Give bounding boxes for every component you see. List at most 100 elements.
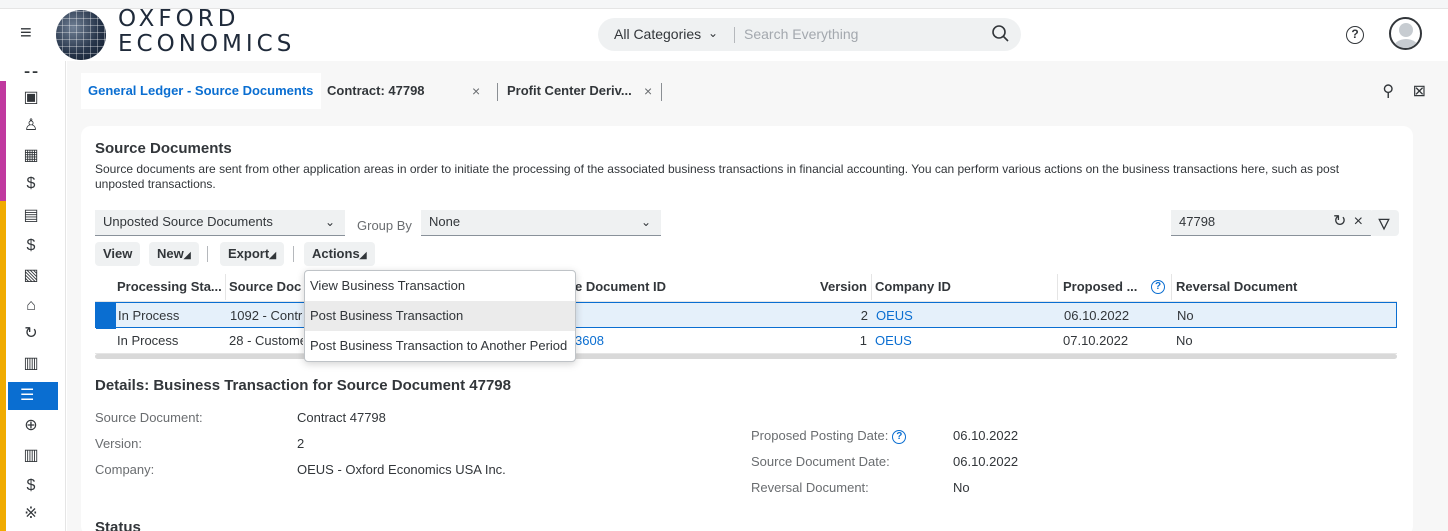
row-selection-marker[interactable] <box>96 303 116 329</box>
col-processing-status[interactable]: Processing Sta... <box>117 272 223 302</box>
search-icon[interactable] <box>991 24 1011 44</box>
global-search: All Categories ⌄ <box>598 18 1021 51</box>
rail-group-marker <box>0 201 6 531</box>
col-version[interactable]: Version <box>795 272 867 302</box>
avatar[interactable] <box>1389 17 1422 50</box>
logo-line1: OXFORD <box>118 6 240 32</box>
calendar-icon[interactable]: ▦ <box>20 145 42 167</box>
proposed-posting-value: 06.10.2022 <box>953 428 1019 443</box>
toolbar-divider <box>293 246 294 262</box>
tax-icon[interactable]: ※ <box>20 503 42 525</box>
close-icon[interactable]: × <box>644 73 652 109</box>
side-navigation: ⁃⁃ ▣ ♙ ▦ $ ▤ $ ▧ ⌂ ↻ ▥ ☰ ⊕ ▥ $ ※ <box>0 61 66 531</box>
rail-dash-icon[interactable]: ⁃⁃ <box>20 63 42 85</box>
cell-version: 2 <box>860 308 868 323</box>
company-logo[interactable]: OXFORD ECONOMICS <box>118 7 295 57</box>
search-input[interactable] <box>744 24 984 44</box>
col-source-document-id[interactable]: e Document ID <box>575 272 695 302</box>
tab-label: Profit Center Deriv... <box>507 83 632 98</box>
section-description: Source documents are sent from other app… <box>95 162 1340 191</box>
menu-item-view-business-transaction[interactable]: View Business Transaction <box>305 271 575 301</box>
zoom-money-icon[interactable]: ⊕ <box>20 415 42 437</box>
menu-item-post-business-transaction[interactable]: Post Business Transaction <box>305 301 575 331</box>
horizontal-scrollbar[interactable] <box>95 354 1397 359</box>
new-button-label: New <box>157 246 184 261</box>
building-icon[interactable]: ▥ <box>20 445 42 467</box>
category-select[interactable]: All Categories <box>614 26 701 42</box>
cell-company[interactable]: OEUS <box>876 303 996 329</box>
chart-money-icon[interactable]: $ <box>20 475 42 497</box>
rail-item-active[interactable]: ☰ <box>8 382 58 410</box>
view-select[interactable]: Unposted Source Documents ⌄ <box>95 210 345 236</box>
table-header-row: Processing Sta... Source Doc e Document … <box>95 272 1397 302</box>
calendar-search-icon[interactable]: ▣ <box>20 87 42 109</box>
col-proposed[interactable]: Proposed ... <box>1063 272 1143 302</box>
column-divider <box>225 274 226 300</box>
cell-reversal: No <box>1176 333 1193 348</box>
proposed-posting-label-text: Proposed Posting Date: <box>751 428 889 443</box>
chevron-down-icon[interactable]: ⌄ <box>708 26 718 40</box>
reversal-value: No <box>953 480 970 495</box>
cell-version: 1 <box>859 333 867 348</box>
company-link[interactable]: OEUS - Oxford Economics USA Inc. <box>297 462 506 477</box>
share-icon[interactable]: ⚲ <box>1382 83 1394 100</box>
bank-icon[interactable]: ⌂ <box>20 295 42 317</box>
cell-doc-id[interactable]: 3608 <box>575 328 695 354</box>
dropdown-corner-icon: ◢ <box>183 250 191 260</box>
cell-reversal: No <box>1177 308 1194 323</box>
cell-status: In Process <box>117 333 179 348</box>
currency-exchange-icon[interactable]: ↻ <box>20 323 42 345</box>
cell-proposed: 06.10.2022 <box>1064 308 1130 323</box>
safe-icon[interactable]: ▧ <box>20 265 42 287</box>
help-icon[interactable]: ? <box>892 429 907 444</box>
column-divider <box>1057 274 1058 300</box>
cell-source: 1092 - Contr <box>230 308 303 323</box>
version-value: 2 <box>297 436 305 451</box>
col-company-id[interactable]: Company ID <box>875 272 995 302</box>
document-search-icon[interactable]: ▥ <box>20 353 42 375</box>
section-title: Source Documents <box>95 140 232 157</box>
table-row[interactable]: In Process 28 - Custome 3608 1 OEUS 07.1… <box>95 328 1397 354</box>
clear-icon[interactable]: × <box>1354 210 1363 234</box>
document-money-icon[interactable]: ▤ <box>20 205 42 227</box>
help-icon[interactable]: ? <box>1346 26 1364 44</box>
column-divider <box>1171 274 1172 300</box>
export-button[interactable]: Export◢ <box>220 242 285 266</box>
chevron-down-icon: ⌄ <box>640 215 651 229</box>
view-button[interactable]: View <box>95 242 141 266</box>
tab-general-ledger[interactable]: General Ledger - Source Documents <box>81 73 321 109</box>
tab-bar: General Ledger - Source Documents Contra… <box>67 73 1448 109</box>
col-reversal-document[interactable]: Reversal Document <box>1176 272 1336 302</box>
money-bills-icon[interactable]: $ <box>20 173 42 195</box>
help-icon[interactable]: ? <box>1151 280 1165 294</box>
main-content: General Ledger - Source Documents Contra… <box>67 61 1448 531</box>
actions-button-label: Actions <box>312 246 360 261</box>
cell-status: In Process <box>118 308 180 323</box>
tab-divider <box>497 83 498 101</box>
reversal-label: Reversal Document: <box>751 480 869 495</box>
menu-icon[interactable]: ≡ <box>20 23 40 43</box>
close-icon[interactable]: × <box>472 73 480 109</box>
actions-button[interactable]: Actions◢ <box>304 242 375 266</box>
export-button-label: Export <box>228 246 270 261</box>
person-check-icon[interactable]: ♙ <box>20 115 42 137</box>
table-row[interactable]: In Process 1092 - Contr 2 OEUS 06.10.202… <box>95 302 1397 329</box>
search-divider <box>734 27 735 43</box>
new-button[interactable]: New◢ <box>149 242 199 266</box>
filter-icon[interactable]: ▽ <box>1369 210 1399 236</box>
tab-profit-center[interactable]: Profit Center Deriv... × <box>507 73 667 109</box>
close-all-icon[interactable]: ⊠ <box>1413 83 1426 100</box>
refresh-icon[interactable]: ↻ <box>1333 213 1351 231</box>
status-title: Status <box>95 519 141 531</box>
cell-company[interactable]: OEUS <box>875 328 995 354</box>
source-documents-card: Source Documents Source documents are se… <box>81 126 1413 531</box>
col-source-document[interactable]: Source Doc <box>229 272 309 302</box>
tab-contract[interactable]: Contract: 47798 × <box>327 73 499 109</box>
group-by-select[interactable]: None ⌄ <box>421 210 661 236</box>
menu-item-post-to-another-period[interactable]: Post Business Transaction to Another Per… <box>305 331 575 361</box>
rail-group-marker <box>0 81 6 201</box>
chevron-down-icon: ⌄ <box>324 215 335 229</box>
money-bag-icon[interactable]: $ <box>20 235 42 257</box>
list-icon: ☰ <box>20 387 35 404</box>
source-document-value: Contract 47798 <box>297 410 386 425</box>
